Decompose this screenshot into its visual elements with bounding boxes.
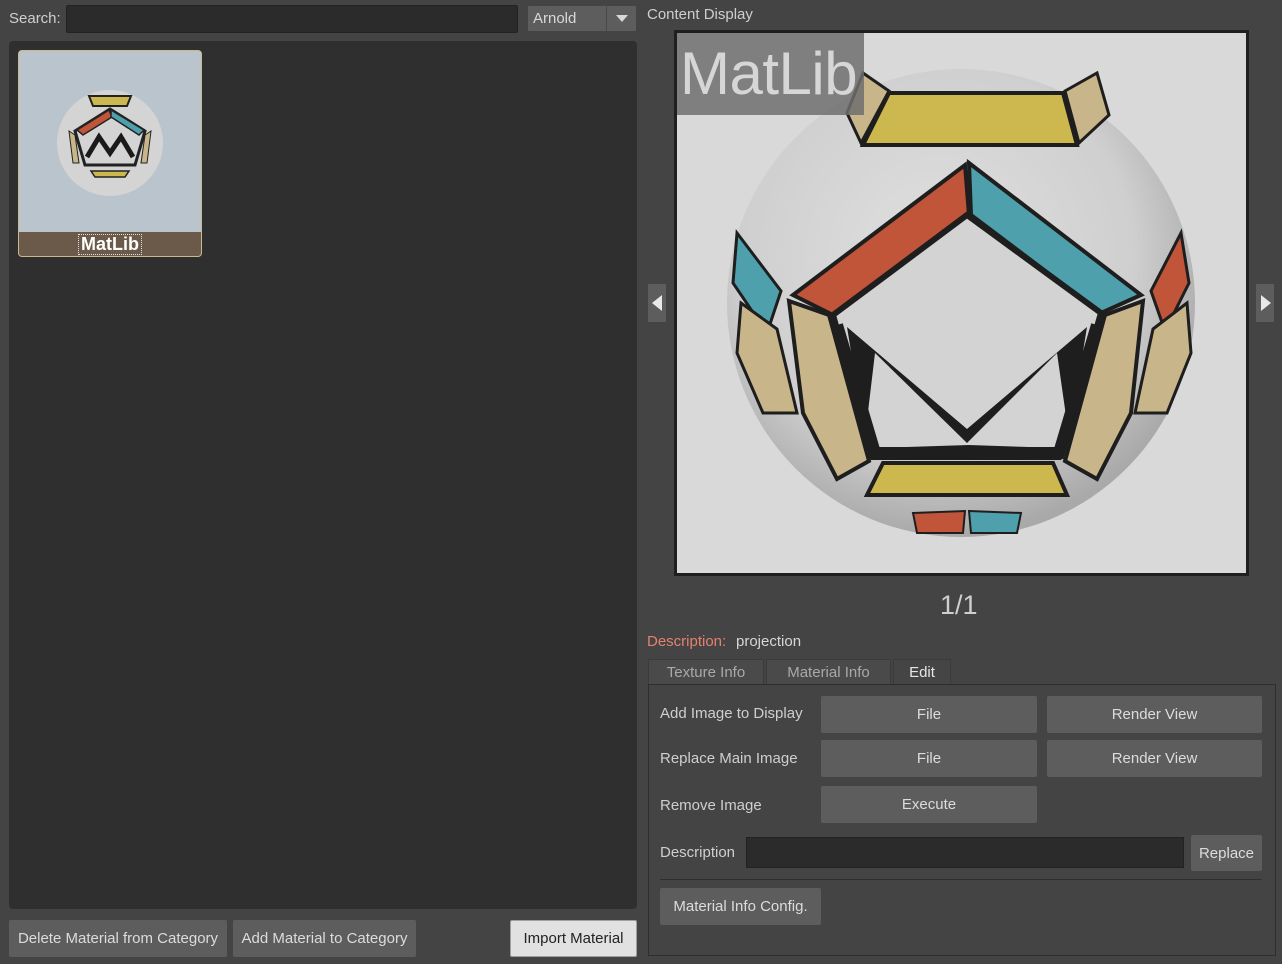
dropdown-toggle[interactable] [606,6,636,31]
replace-main-image-label: Replace Main Image [660,750,798,767]
material-preview-image: MatLib [677,33,1246,573]
description-value: projection [736,633,802,650]
material-list[interactable]: MatLib [9,41,637,909]
material-info-config-button[interactable]: Material Info Config. [660,888,821,925]
chevron-down-icon [616,15,628,22]
add-material-button[interactable]: Add Material to Category [233,920,416,957]
page-counter: 1/1 [940,590,978,620]
replace-image-file-button[interactable]: File [821,740,1037,777]
description-field-label: Description [660,844,736,861]
content-display-frame: MatLib [674,30,1249,576]
arrow-right-icon [1261,295,1271,311]
material-tile[interactable]: MatLib [18,50,202,257]
content-display-label: Content Display [647,6,753,23]
tab-edit[interactable]: Edit [893,659,951,685]
overlay-title: MatLib [677,33,864,115]
description-input[interactable] [746,837,1184,868]
add-image-file-button[interactable]: File [821,696,1037,733]
search-input[interactable] [66,5,518,33]
renderer-dropdown-value: Arnold [533,10,577,27]
tab-texture-info[interactable]: Texture Info [648,659,764,685]
description-key: Description: [647,633,727,650]
material-tile-label-bar: MatLib [19,232,201,256]
material-thumbnail [19,51,201,232]
divider [660,879,1262,880]
delete-material-button[interactable]: Delete Material from Category [9,920,227,957]
tab-material-info[interactable]: Material Info [766,659,891,685]
description-replace-button[interactable]: Replace [1191,835,1262,871]
remove-image-execute-button[interactable]: Execute [821,786,1037,823]
add-image-render-view-button[interactable]: Render View [1047,696,1262,733]
remove-image-label: Remove Image [660,797,762,814]
previous-image-button[interactable] [648,284,666,322]
next-image-button[interactable] [1256,284,1274,322]
search-label: Search: [9,10,61,27]
renderer-dropdown[interactable]: Arnold [528,6,636,31]
arrow-left-icon [652,295,662,311]
import-material-button[interactable]: Import Material [510,920,637,957]
replace-image-render-view-button[interactable]: Render View [1047,740,1262,777]
add-image-label: Add Image to Display [660,705,803,722]
material-tile-label: MatLib [78,234,142,255]
